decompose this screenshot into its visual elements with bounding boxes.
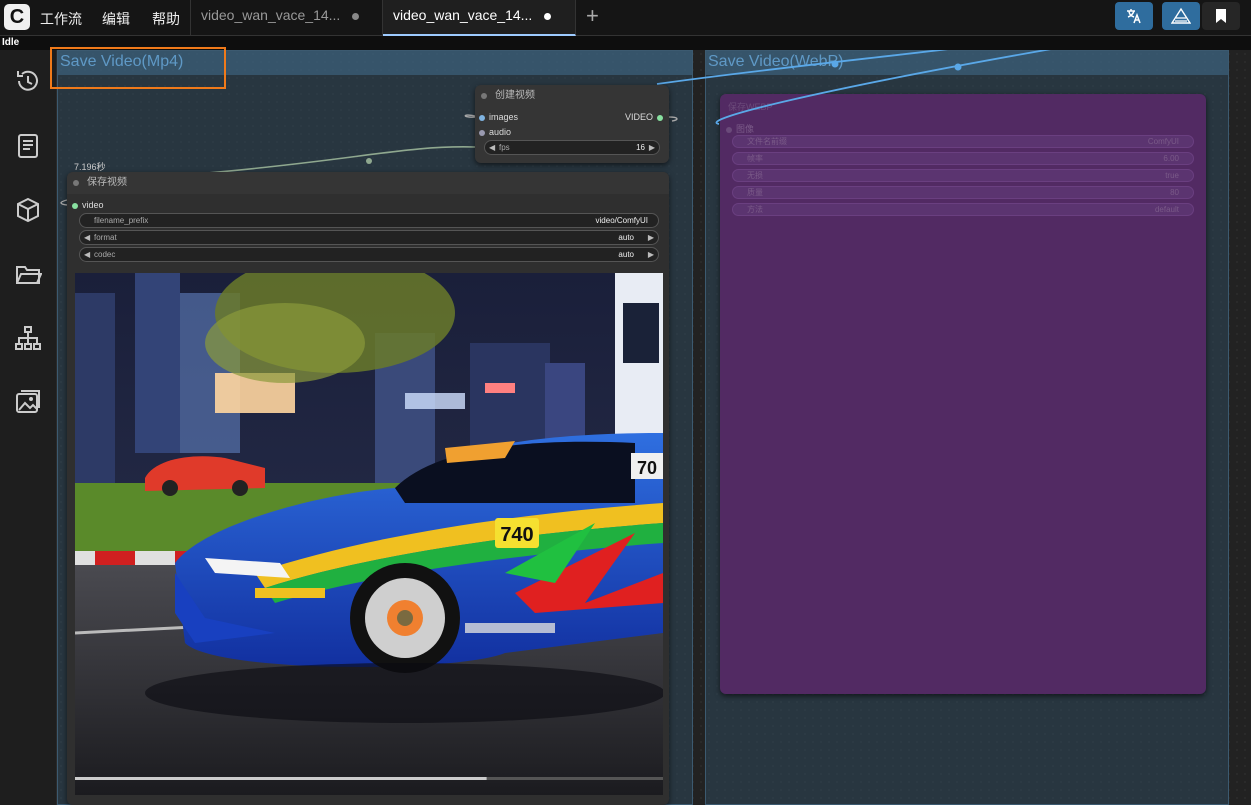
- decrement-arrow-icon[interactable]: ◀: [489, 141, 495, 154]
- slot-label: VIDEO: [624, 112, 653, 122]
- bookmark-icon: [1216, 9, 1226, 23]
- widget-label: format: [94, 233, 117, 242]
- video-progress-bar[interactable]: [75, 777, 487, 780]
- cube-icon[interactable]: [14, 196, 42, 224]
- link-video-out: [668, 116, 678, 122]
- codec-widget[interactable]: ◀ codec auto ▶: [79, 247, 659, 262]
- slot-dot-icon: [479, 129, 485, 136]
- decrement-arrow-icon[interactable]: ◀: [84, 248, 90, 261]
- history-icon[interactable]: [14, 67, 42, 95]
- video-preview[interactable]: 740 70: [75, 273, 663, 795]
- link-loop: [464, 114, 476, 118]
- graph-canvas[interactable]: Save Video(Mp4) Save Video(WebP) 保存WEBP …: [57, 50, 1251, 805]
- filename-prefix-widget[interactable]: filename_prefix video/ComfyUI: [79, 213, 659, 228]
- link-blue-1: [656, 50, 948, 85]
- car-number: 740: [500, 524, 533, 546]
- slot-dot-icon: [479, 114, 485, 121]
- sitemap-icon[interactable]: [14, 324, 42, 352]
- translate-button[interactable]: [1115, 2, 1153, 30]
- top-bar: C 工作流 编辑 帮助 video_wan_vace_14... video_w…: [0, 0, 1251, 36]
- bookmark-button[interactable]: [1202, 2, 1240, 30]
- menu-edit[interactable]: 编辑: [102, 9, 130, 29]
- audio-input-slot[interactable]: audio: [479, 127, 511, 137]
- images-icon[interactable]: [14, 388, 42, 416]
- link-blue-2: [715, 50, 1051, 125]
- unsaved-dot-icon: [544, 12, 552, 20]
- create-video-node[interactable]: 创建视频 images audio VIDEO ◀ fps 16 ▶: [475, 85, 669, 163]
- widget-value: video/ComfyUI: [595, 216, 648, 225]
- menu-workflow[interactable]: 工作流: [40, 9, 82, 29]
- highlight-annotation: [50, 47, 226, 89]
- video-frame-image: 740 70: [75, 273, 663, 795]
- increment-arrow-icon[interactable]: ▶: [648, 248, 654, 261]
- link-midpoint: [831, 60, 839, 68]
- node-title: 保存视频: [87, 177, 127, 188]
- widget-value: auto: [618, 233, 634, 242]
- widget-value: 16: [636, 143, 645, 152]
- mountain-icon: [1170, 7, 1192, 24]
- workflow-tab-2[interactable]: video_wan_vace_14...: [383, 0, 576, 36]
- slot-dot-icon: [657, 114, 663, 121]
- workflow-tab-1[interactable]: video_wan_vace_14...: [190, 0, 383, 36]
- comfy-logo[interactable]: C: [4, 4, 30, 30]
- widget-label: fps: [499, 143, 510, 152]
- unsaved-dot-icon: [352, 12, 360, 20]
- node-header[interactable]: 保存视频: [67, 172, 669, 194]
- book-icon[interactable]: [14, 132, 42, 160]
- decrement-arrow-icon[interactable]: ◀: [84, 231, 90, 244]
- fps-widget[interactable]: ◀ fps 16 ▶: [484, 140, 660, 155]
- format-widget[interactable]: ◀ format auto ▶: [79, 230, 659, 245]
- tab-label: video_wan_vace_14...: [201, 7, 341, 23]
- video-output-slot[interactable]: VIDEO: [625, 112, 663, 122]
- link-midpoint: [366, 158, 372, 164]
- widget-label: codec: [94, 250, 116, 259]
- link-midpoint: [954, 63, 962, 71]
- menu-help[interactable]: 帮助: [152, 9, 180, 29]
- tab-label: video_wan_vace_14...: [393, 7, 533, 23]
- slot-label: audio: [489, 127, 512, 137]
- collapse-dot-icon[interactable]: [73, 180, 79, 186]
- slot-label: images: [489, 112, 519, 122]
- translate-icon: [1127, 9, 1141, 24]
- app-root: C 工作流 编辑 帮助 video_wan_vace_14... video_w…: [0, 0, 1251, 805]
- sidebar: [0, 50, 57, 805]
- increment-arrow-icon[interactable]: ▶: [648, 231, 654, 244]
- roof-number: 70: [637, 458, 657, 478]
- widget-label: filename_prefix: [94, 216, 149, 225]
- video-input-slot[interactable]: video: [72, 200, 104, 210]
- images-input-slot[interactable]: images: [479, 112, 518, 122]
- slot-label: video: [82, 200, 104, 210]
- node-title: 创建视频: [495, 90, 535, 101]
- collapse-dot-icon[interactable]: [481, 93, 487, 99]
- folder-icon[interactable]: [14, 260, 42, 288]
- slot-dot-icon: [72, 202, 78, 209]
- increment-arrow-icon[interactable]: ▶: [649, 141, 655, 154]
- add-tab-button[interactable]: +: [586, 3, 599, 29]
- widget-value: auto: [618, 250, 634, 259]
- node-header[interactable]: 创建视频: [475, 85, 669, 107]
- save-video-node[interactable]: 保存视频 video filename_prefix video/ComfyUI…: [67, 172, 669, 805]
- model-library-button[interactable]: [1162, 2, 1200, 30]
- link-images: [206, 146, 476, 174]
